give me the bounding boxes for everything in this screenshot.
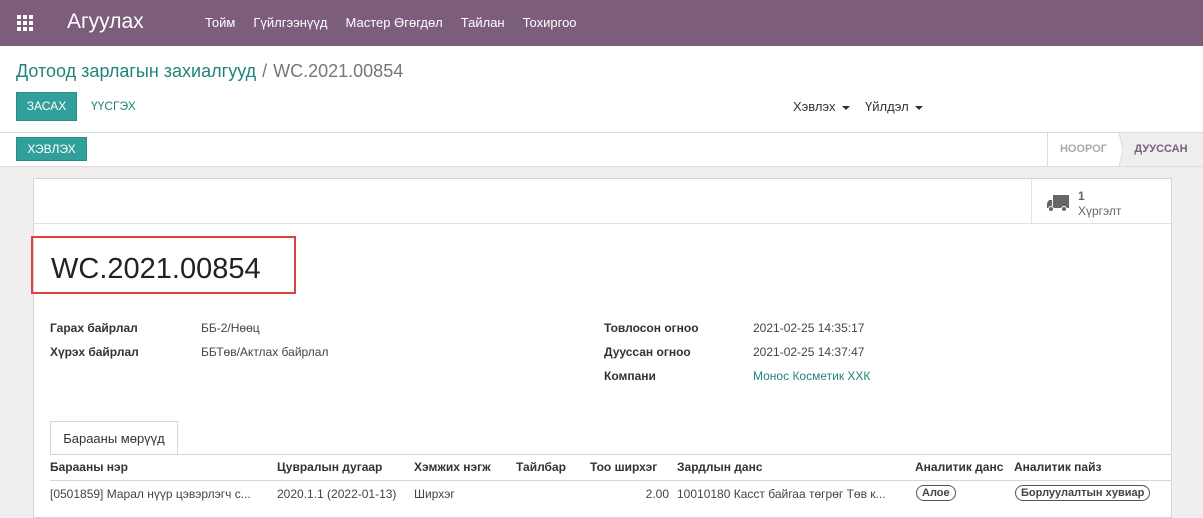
menu-item-overview[interactable]: Тойм	[196, 0, 244, 46]
column-header-note[interactable]: Тайлбар	[516, 460, 566, 474]
main-menu: Тойм Гүйлгээнүүд Мастер Өгөгдөл Тайлан Т…	[196, 0, 586, 46]
company-link[interactable]: Монос Косметик ХХК	[753, 369, 870, 383]
dest-location-value: ББТөв/Актлах байрлал	[201, 345, 329, 359]
delivery-label: Хүргэлт	[1078, 204, 1122, 218]
cell-qty: 2.00	[645, 487, 669, 501]
dest-location-label: Хүрэх байрлал	[50, 345, 139, 359]
done-date-value: 2021-02-25 14:37:47	[753, 345, 865, 359]
column-header-uom[interactable]: Хэмжих нэгж	[414, 460, 491, 474]
top-navbar: Агуулах Тойм Гүйлгээнүүд Мастер Өгөгдөл …	[0, 0, 1203, 46]
analytic-account-badge: Алое	[916, 485, 956, 501]
source-location-value: ББ-2/Нөөц	[201, 321, 260, 335]
cell-lot: 2020.1.1 (2022-01-13)	[277, 487, 397, 501]
print-dropdown-label: Хэвлэх	[793, 99, 836, 114]
column-header-product[interactable]: Барааны нэр	[50, 460, 128, 474]
apps-grid-icon[interactable]	[17, 15, 33, 31]
source-location-label: Гарах байрлал	[50, 321, 138, 335]
done-date-label: Дууссан огноо	[604, 345, 691, 359]
delivery-count: 1	[1078, 189, 1085, 203]
breadcrumb-separator: /	[262, 61, 268, 81]
table-header-divider	[50, 480, 1171, 481]
column-header-analytic-tag[interactable]: Аналитик пайз	[1014, 460, 1101, 474]
delivery-smart-button[interactable]: 1 Хүргэлт	[1031, 179, 1172, 223]
print-button[interactable]: ХЭВЛЭХ	[16, 137, 87, 161]
breadcrumb: Дотоод зарлагын захиалгууд / WC.2021.00854	[16, 61, 403, 82]
app-title[interactable]: Агуулах	[67, 10, 144, 34]
highlight-box	[31, 236, 296, 294]
menu-item-reporting[interactable]: Тайлан	[452, 0, 514, 46]
scheduled-date-value: 2021-02-25 14:35:17	[753, 321, 865, 335]
control-panel: Дотоод зарлагын захиалгууд / WC.2021.00854…	[0, 46, 1203, 133]
column-header-qty[interactable]: Тоо ширхэг	[590, 460, 657, 474]
action-dropdown-label: Үйлдэл	[865, 99, 909, 114]
menu-item-master-data[interactable]: Мастер Өгөгдөл	[337, 0, 452, 46]
menu-item-transactions[interactable]: Гүйлгээнүүд	[244, 0, 336, 46]
stage-draft[interactable]: НООРОГ	[1047, 133, 1119, 166]
tab-product-lines[interactable]: Барааны мөрүүд	[50, 421, 178, 455]
breadcrumb-parent-link[interactable]: Дотоод зарлагын захиалгууд	[16, 61, 256, 81]
edit-button[interactable]: ЗАСАХ	[16, 92, 77, 121]
truck-icon	[1047, 195, 1069, 212]
scheduled-date-label: Товлосон огноо	[604, 321, 699, 335]
stage-done[interactable]: ДУУССАН	[1119, 133, 1203, 166]
create-button[interactable]: ҮҮСГЭХ	[91, 92, 136, 121]
column-header-lot[interactable]: Цувралын дугаар	[277, 460, 382, 474]
action-dropdown[interactable]: Үйлдэл	[865, 92, 923, 121]
column-header-analytic-account[interactable]: Аналитик данс	[915, 460, 1003, 474]
tab-divider	[50, 454, 1171, 455]
stage-arrow-icon	[1113, 133, 1123, 166]
caret-down-icon	[841, 105, 850, 110]
cell-product: [0501859] Марал нүүр цэвэрлэгч с...	[50, 487, 251, 501]
button-box: 1 Хүргэлт	[34, 179, 1171, 224]
cell-uom: Ширхэг	[414, 487, 455, 501]
analytic-tag-badge: Борлуулалтын хувиар	[1015, 485, 1151, 501]
breadcrumb-current: WC.2021.00854	[273, 61, 404, 81]
caret-down-icon	[914, 105, 923, 110]
cell-account: 10010180 Касст байгаа төгрөг Төв к...	[677, 487, 886, 501]
column-header-account[interactable]: Зардлын данс	[677, 460, 763, 474]
menu-item-configuration[interactable]: Тохиргоо	[514, 0, 586, 46]
print-dropdown[interactable]: Хэвлэх	[793, 92, 850, 121]
company-label: Компани	[604, 369, 656, 383]
form-sheet: 1 Хүргэлт WC.2021.00854 Гарах байрлал ББ…	[31, 178, 1172, 518]
status-bar: ХЭВЛЭХ НООРОГ ДУУССАН	[0, 133, 1203, 167]
